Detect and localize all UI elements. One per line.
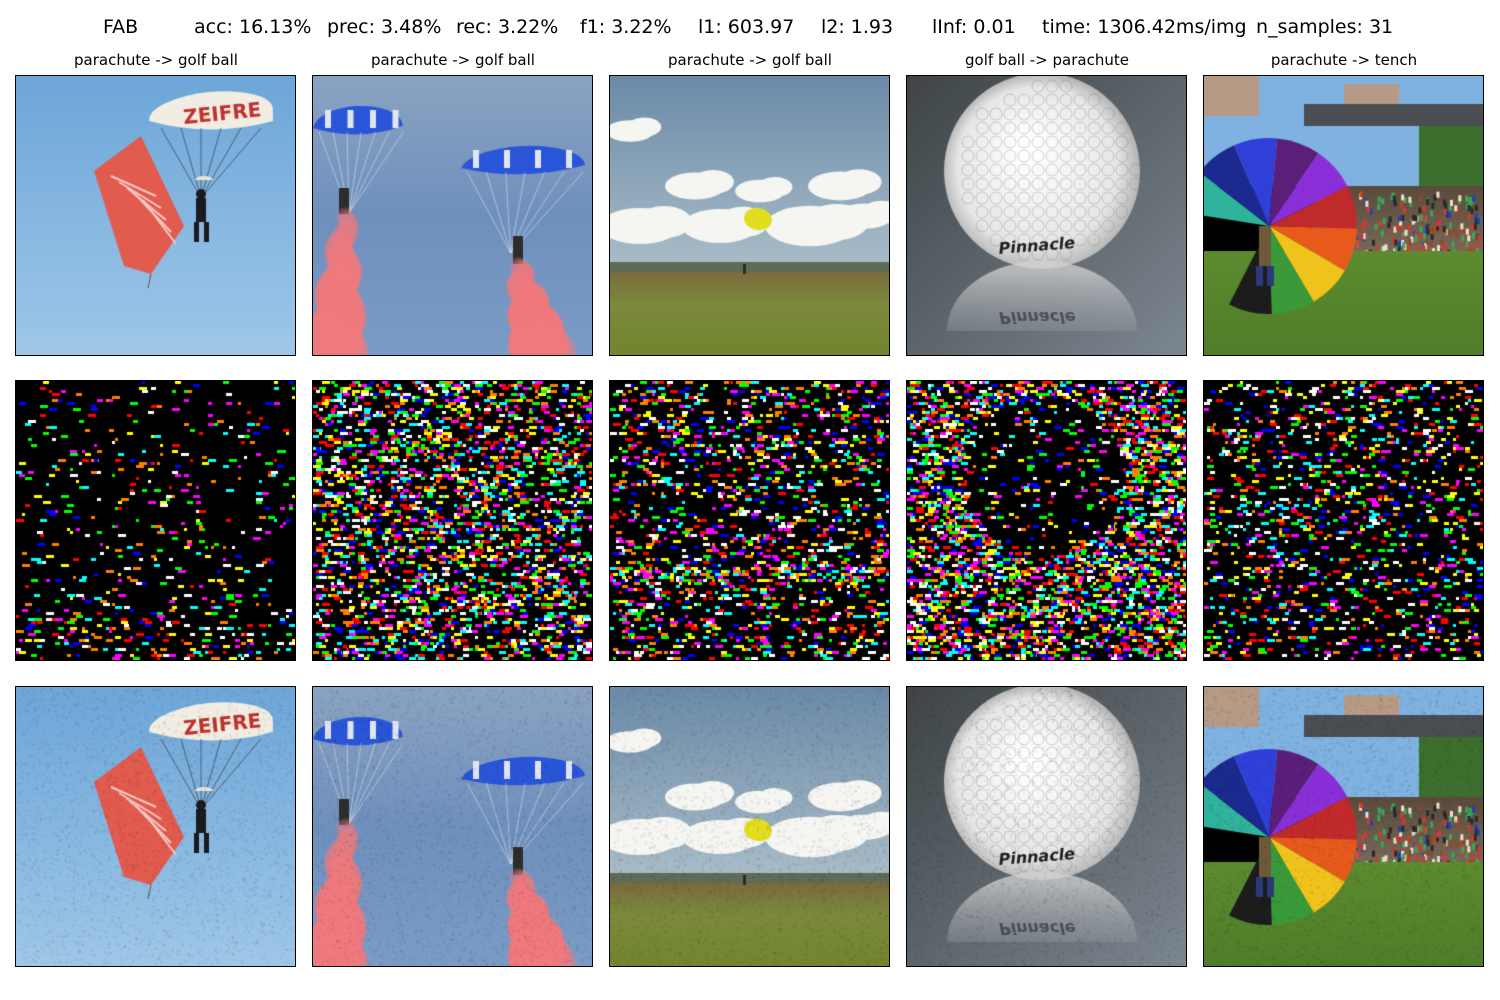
perturbation-map-4-canvas	[907, 381, 1186, 660]
perturbation-map-3	[609, 380, 890, 661]
column-title-3: parachute -> golf ball	[668, 51, 832, 69]
adversarial-image-2	[312, 686, 593, 967]
adversarial-image-4-canvas	[907, 687, 1186, 966]
adversarial-image-5-canvas	[1204, 687, 1483, 966]
perturbation-map-1-canvas	[16, 381, 295, 660]
original-image-2-canvas	[313, 76, 592, 355]
adversarial-image-2-canvas	[313, 687, 592, 966]
adversarial-image-1	[15, 686, 296, 967]
metric-l1: l1: 603.97	[698, 16, 795, 38]
original-image-3	[609, 75, 890, 356]
perturbation-map-5-canvas	[1204, 381, 1483, 660]
metric-f1: f1: 3.22%	[580, 16, 672, 38]
perturbation-map-2-canvas	[313, 381, 592, 660]
original-image-5	[1203, 75, 1484, 356]
perturbation-map-5	[1203, 380, 1484, 661]
attack-name: FAB	[103, 16, 139, 38]
adversarial-image-3-canvas	[610, 687, 889, 966]
metric-prec: prec: 3.48%	[327, 16, 442, 38]
original-image-2	[312, 75, 593, 356]
column-title-1: parachute -> golf ball	[74, 51, 238, 69]
original-image-4	[906, 75, 1187, 356]
figure-title: FAB acc: 16.13% prec: 3.48% rec: 3.22% f…	[0, 0, 1500, 58]
adversarial-image-3	[609, 686, 890, 967]
original-image-3-canvas	[610, 76, 889, 355]
perturbation-map-3-canvas	[610, 381, 889, 660]
original-image-1	[15, 75, 296, 356]
adversarial-image-5	[1203, 686, 1484, 967]
adversarial-image-4	[906, 686, 1187, 967]
original-image-4-canvas	[907, 76, 1186, 355]
column-title-5: parachute -> tench	[1270, 51, 1418, 69]
adversarial-image-1-canvas	[16, 687, 295, 966]
metric-l2: l2: 1.93	[821, 16, 894, 38]
metric-time: time: 1306.42ms/img	[1042, 16, 1247, 38]
metric-n-samples: n_samples: 31	[1256, 16, 1394, 38]
perturbation-map-2	[312, 380, 593, 661]
metric-linf: lInf: 0.01	[932, 16, 1016, 38]
column-title-2: parachute -> golf ball	[371, 51, 535, 69]
original-image-1-canvas	[16, 76, 295, 355]
perturbation-map-1	[15, 380, 296, 661]
perturbation-map-4	[906, 380, 1187, 661]
metric-rec: rec: 3.22%	[456, 16, 559, 38]
original-image-5-canvas	[1204, 76, 1483, 355]
column-title-4: golf ball -> parachute	[965, 51, 1129, 69]
metric-acc: acc: 16.13%	[194, 16, 312, 38]
